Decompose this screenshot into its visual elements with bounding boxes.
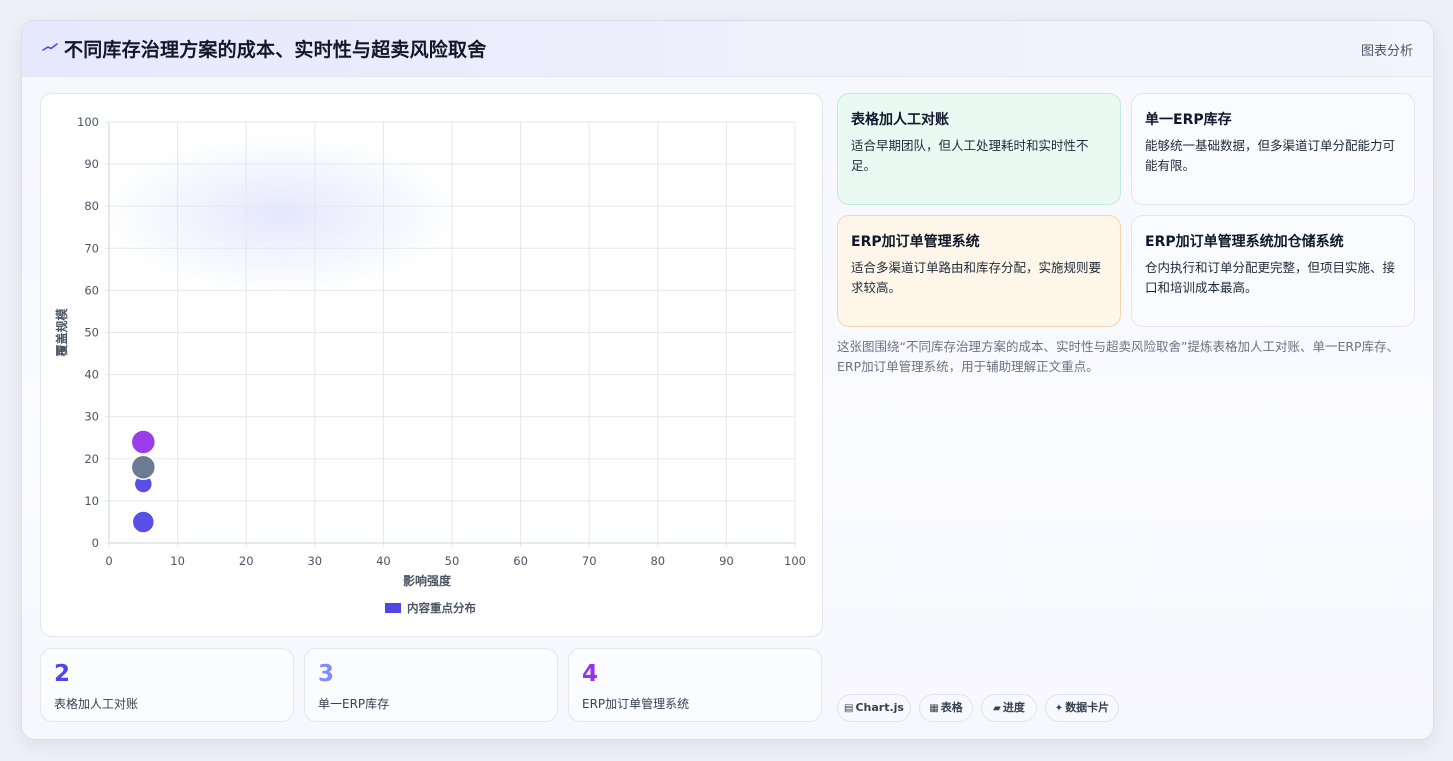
stat-value: 2 (54, 661, 71, 687)
y-axis-label: 覆盖规模 (54, 308, 69, 358)
x-tick-label: 30 (307, 554, 322, 568)
table-icon: ▦ (929, 703, 939, 714)
y-tick-label: 10 (84, 494, 99, 508)
y-tick-label: 60 (84, 283, 99, 297)
x-tick-label: 70 (582, 554, 597, 568)
y-tick-label: 80 (84, 199, 99, 213)
legend-swatch (385, 603, 401, 613)
info-card: ERP加订单管理系统 适合多渠道订单路由和库存分配，实施规则要求较高。 (837, 215, 1121, 327)
panel-header: 不同库存治理方案的成本、实时性与超卖风险取舍 图表分析 (22, 21, 1433, 77)
info-card-title: ERP加订单管理系统加仓储系统 (1145, 234, 1344, 250)
y-tick-label: 30 (84, 410, 99, 424)
y-tick-label: 0 (92, 536, 99, 550)
stat-card: 4 ERP加订单管理系统 (568, 648, 822, 722)
sparkle-icon: ✦ (1054, 703, 1064, 714)
y-tick-label: 20 (84, 452, 99, 466)
stat-label: 表格加人工对账 (54, 697, 139, 711)
chart-icon: ▤ (844, 703, 854, 714)
stat-label: 单一ERP库存 (318, 697, 390, 711)
info-card-title: 单一ERP库存 (1145, 112, 1232, 128)
x-tick-label: 0 (105, 554, 112, 568)
x-axis-label: 影响强度 (403, 573, 452, 588)
info-card: 表格加人工对账 适合早期团队，但人工处理耗时和实时性不足。 (837, 93, 1121, 205)
x-tick-label: 40 (376, 554, 391, 568)
info-card-title: 表格加人工对账 (851, 112, 949, 128)
x-tick-label: 50 (445, 554, 460, 568)
y-tick-label: 90 (84, 157, 99, 171)
stat-card: 3 单一ERP库存 (304, 648, 558, 722)
y-tick-label: 100 (77, 115, 99, 129)
info-card-text: 仓内执行和订单分配更完整，但项目实施、接口和培训成本最高。 (1145, 260, 1396, 295)
y-tick-label: 70 (84, 241, 99, 255)
chart-card: 0 10 20 30 40 50 60 70 80 90 100 0 10 20 30 40 50 60 70 80 9… (40, 93, 823, 637)
y-tick-label: 40 (84, 368, 99, 382)
trend-icon (42, 43, 58, 51)
x-tick-label: 60 (513, 554, 528, 568)
progress-icon: ▰ (993, 703, 1001, 714)
stat-value: 3 (318, 661, 335, 687)
info-card-text: 适合早期团队，但人工处理耗时和实时性不足。 (851, 138, 1089, 173)
x-tick-label: 10 (170, 554, 185, 568)
chip-data-card[interactable]: ✦ 数据卡片 (1045, 694, 1119, 722)
info-card-title: ERP加订单管理系统 (851, 234, 980, 250)
stat-value: 4 (582, 661, 599, 687)
y-tick-label: 50 (84, 326, 99, 340)
data-point (130, 429, 157, 455)
stat-label: ERP加订单管理系统 (582, 697, 690, 711)
section-tag: 图表分析 (1360, 44, 1413, 59)
info-card: ERP加订单管理系统加仓储系统 仓内执行和订单分配更完整，但项目实施、接口和培训… (1131, 215, 1415, 327)
chip-chartjs[interactable]: ▤ Chart.js (837, 694, 911, 722)
x-tick-label: 20 (239, 554, 254, 568)
info-card-text: 适合多渠道订单路由和库存分配，实施规则要求较高。 (851, 260, 1102, 295)
chip-table[interactable]: ▦ 表格 (919, 694, 973, 722)
x-tick-label: 80 (650, 554, 665, 568)
stat-card: 2 表格加人工对账 (40, 648, 294, 722)
report-panel: 不同库存治理方案的成本、实时性与超卖风险取舍 图表分析 0 10 20 30 40 50 6… (21, 20, 1434, 740)
x-tick-label: 100 (784, 554, 806, 568)
chip-progress[interactable]: ▰ 进度 (981, 694, 1037, 722)
scatter-chart: 0 10 20 30 40 50 60 70 80 90 100 0 10 20 30 40 50 60 70 80 9… (54, 115, 806, 615)
legend-label: 内容重点分布 (407, 601, 476, 615)
data-point (131, 510, 156, 534)
info-card: 单一ERP库存 能够统一基础数据，但多渠道订单分配能力可能有限。 (1131, 93, 1415, 205)
info-card-text: 能够统一基础数据，但多渠道订单分配能力可能有限。 (1145, 138, 1396, 173)
chart-description: 这张图围绕“不同库存治理方案的成本、实时性与超卖风险取舍”提炼表格加人工对账、单… (837, 339, 1400, 374)
data-point (130, 454, 157, 480)
page-title: 不同库存治理方案的成本、实时性与超卖风险取舍 (64, 39, 487, 61)
x-tick-label: 90 (719, 554, 734, 568)
